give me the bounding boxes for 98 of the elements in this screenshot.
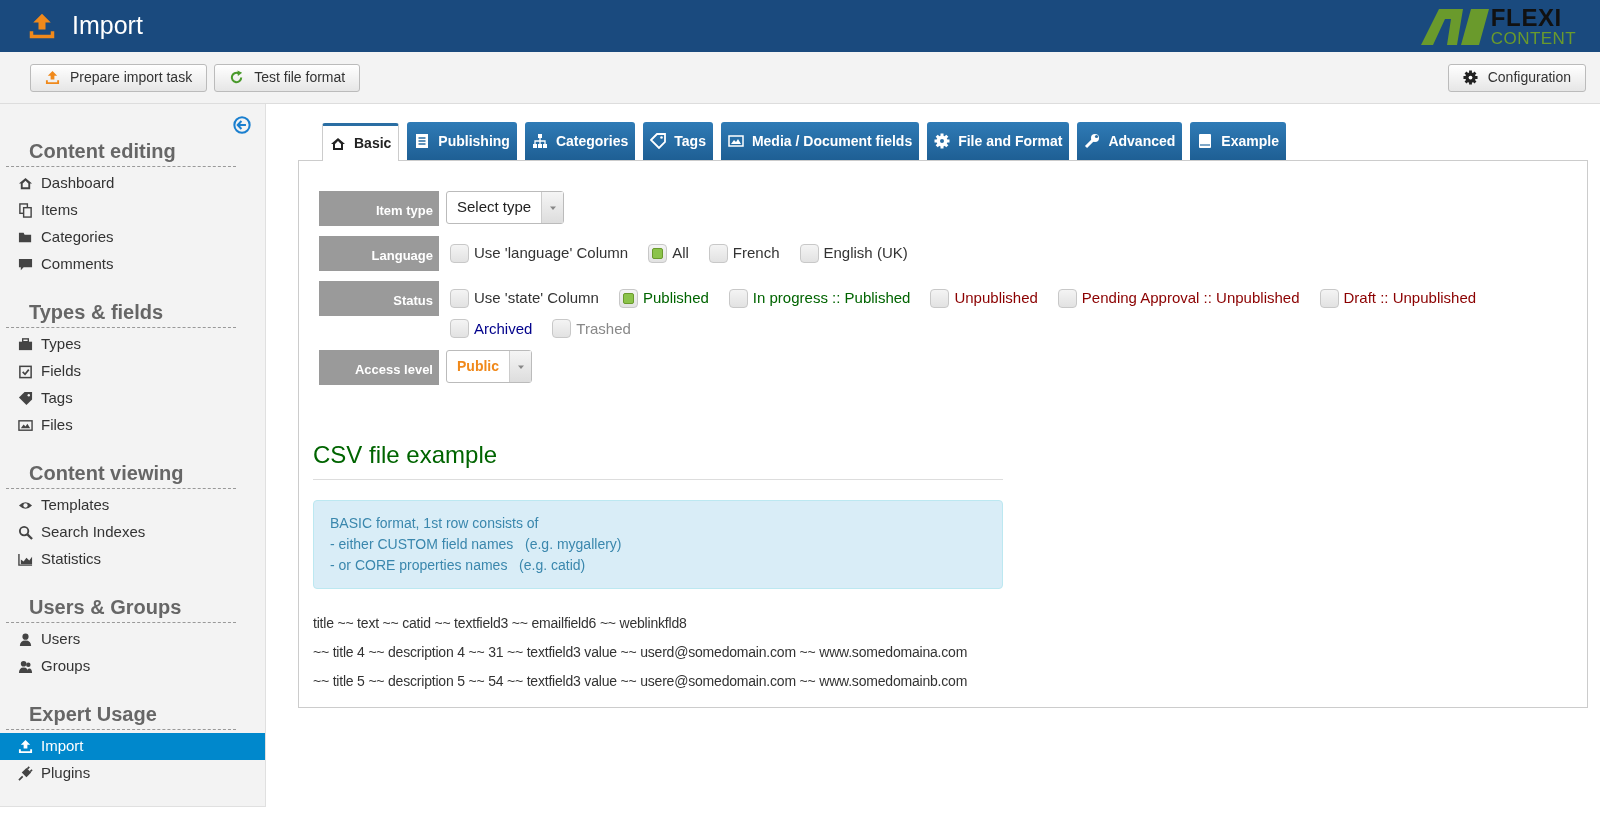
sidebar-item[interactable]: Plugins — [0, 760, 265, 787]
csv-line: title ~~ text ~~ catid ~~ textfield3 ~~ emailfield6 ~~ weblinkfld8 — [313, 614, 688, 633]
speech-bubble-icon — [18, 257, 33, 272]
book-icon — [1197, 133, 1214, 149]
checkbox-option[interactable]: French — [708, 242, 780, 265]
checkbox[interactable] — [450, 319, 469, 339]
checkbox-option[interactable]: Unpublished — [930, 287, 1038, 310]
tab[interactable]: Basic — [322, 123, 400, 161]
area-chart-icon — [18, 552, 33, 567]
search-icon — [18, 525, 33, 540]
clipboard-check-icon — [18, 364, 33, 379]
upload-icon — [18, 739, 33, 754]
users-icon — [18, 659, 33, 674]
sidebar-item[interactable]: Import — [0, 733, 265, 760]
tab[interactable]: Example — [1190, 122, 1286, 160]
checkbox[interactable] — [618, 288, 638, 308]
checkbox-option[interactable]: Pending Approval :: Unpublished — [1057, 287, 1300, 310]
wrench-icon — [1084, 133, 1101, 149]
sidebar-item[interactable]: Templates — [0, 492, 265, 519]
checkbox-option[interactable]: English (UK) — [799, 242, 908, 265]
checkbox-option[interactable]: Archived — [450, 317, 533, 340]
sidebar-item[interactable]: Comments — [0, 251, 265, 278]
checkbox-option[interactable]: All — [648, 242, 689, 265]
info-text: - either CUSTOM field names (e.g. mygallery) — [330, 535, 623, 554]
configuration-button[interactable]: Configuration — [1447, 63, 1586, 92]
checkbox[interactable] — [450, 288, 469, 308]
checkbox-option[interactable]: Draft :: Unpublished — [1319, 287, 1477, 310]
select-field[interactable]: Select type — [446, 191, 565, 224]
section-title: CSV file example — [313, 437, 1003, 480]
image-icon — [727, 133, 744, 149]
info-text: BASIC format, 1st row consists of — [330, 514, 540, 533]
sidebar-item[interactable]: Fields — [0, 358, 265, 385]
checkbox-option[interactable]: Published — [618, 287, 709, 310]
checkbox[interactable] — [1319, 288, 1339, 308]
settings-icon — [1462, 70, 1478, 85]
section-heading: Types & fields — [28, 300, 165, 325]
checkbox[interactable] — [1057, 288, 1077, 308]
sidebar-item[interactable]: Categories — [0, 224, 265, 251]
checkbox[interactable] — [930, 288, 950, 308]
sidebar-item[interactable]: Tags — [0, 385, 265, 412]
tab[interactable]: Publishing — [407, 122, 517, 160]
plug-icon — [18, 766, 33, 781]
refresh-icon — [229, 70, 245, 85]
checkbox[interactable] — [552, 319, 572, 339]
sidebar-item[interactable]: Statistics — [0, 546, 265, 573]
sidebar-item[interactable]: Items — [0, 197, 265, 224]
sidebar-item[interactable]: Groups — [0, 653, 265, 680]
tab[interactable]: Tags — [643, 122, 713, 160]
checkbox[interactable] — [648, 243, 668, 263]
upload-icon — [45, 70, 60, 85]
sidebar-item[interactable]: Types — [0, 331, 265, 358]
sidebar-item[interactable]: Files — [0, 412, 265, 439]
home-icon — [330, 135, 346, 152]
user-icon — [18, 632, 33, 647]
field-label: Access level — [319, 350, 439, 385]
image-icon — [18, 418, 33, 433]
folder-icon — [18, 230, 33, 245]
info-text: - or CORE properties names (e.g. catid) — [330, 556, 587, 575]
checkbox-option[interactable]: In progress :: Published — [728, 287, 911, 310]
section-heading: Users & Groups — [28, 595, 183, 620]
collapse-icon[interactable] — [233, 116, 251, 134]
checkbox-option[interactable]: Use 'language' Column — [450, 242, 629, 265]
tag-icon — [18, 391, 33, 406]
tab[interactable]: Categories — [524, 122, 636, 160]
document-icon — [414, 133, 431, 149]
checkbox[interactable] — [708, 243, 728, 263]
logo-text: FLEXI — [1490, 5, 1563, 30]
field-label: Language — [319, 236, 439, 271]
prepare-button[interactable]: Prepare import task — [30, 63, 208, 92]
sitemap-icon — [531, 133, 548, 149]
sidebar-item[interactable]: Search Indexes — [0, 519, 265, 546]
csv-line: ~~ title 5 ~~ description 5 ~~ 54 ~~ textfield3 value ~~ usere@somedomain.com ~~ www.somedomainb.com — [313, 672, 969, 691]
checkbox[interactable] — [728, 288, 748, 308]
checkbox-option[interactable]: Trashed — [552, 317, 631, 340]
checkbox[interactable] — [450, 243, 469, 263]
upload-icon — [28, 12, 56, 40]
tag-icon — [650, 133, 667, 149]
sidebar-item[interactable]: Users — [0, 626, 265, 653]
logo-mark-drawing — [1420, 7, 1489, 45]
section-heading: Expert Usage — [28, 702, 158, 727]
section-heading: Content viewing — [28, 461, 185, 486]
settings-icon — [934, 133, 951, 149]
csv-line: ~~ title 4 ~~ description 4 ~~ 31 ~~ textfield3 value ~~ userd@somedomain.com ~~ www.somedomaina.com — [313, 643, 969, 662]
logo-text: CONTENT — [1490, 29, 1576, 47]
tab[interactable]: File and Format — [927, 122, 1070, 160]
sidebar-item[interactable]: Dashboard — [0, 170, 265, 197]
page-title: Import — [72, 10, 143, 42]
checkbox-option[interactable]: Use 'state' Column — [450, 287, 599, 310]
checkbox[interactable] — [799, 243, 819, 263]
section-heading: Content editing — [28, 139, 177, 164]
briefcase-icon — [18, 337, 33, 352]
field-label: Item type — [319, 191, 439, 226]
tab[interactable]: Advanced — [1077, 122, 1183, 160]
field-label: Status — [319, 281, 439, 316]
copy-icon — [18, 203, 33, 218]
test-button[interactable]: Test file format — [214, 63, 361, 92]
tab[interactable]: Media / Document fields — [720, 122, 920, 160]
home-icon — [18, 176, 33, 191]
